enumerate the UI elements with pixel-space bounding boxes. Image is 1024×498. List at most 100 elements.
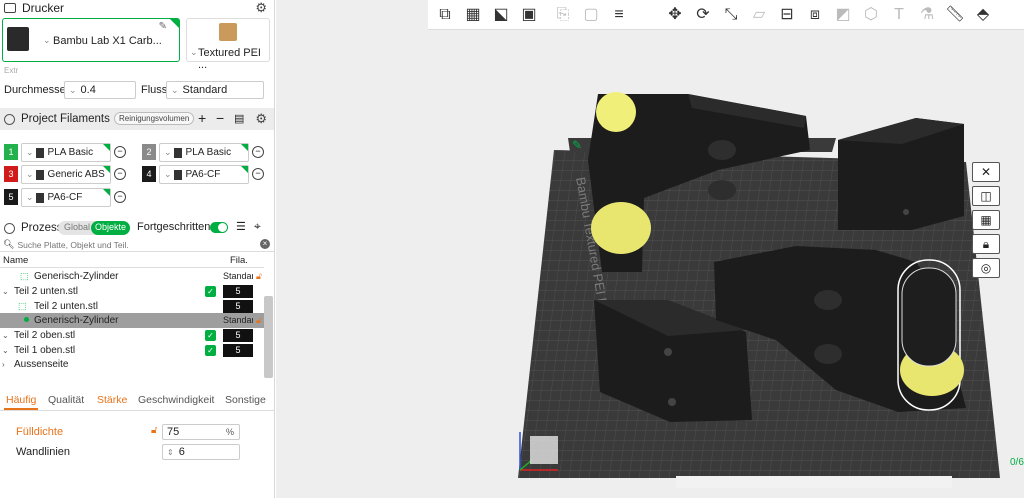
filament-badge[interactable]: 5: [223, 329, 253, 342]
object-list-row[interactable]: ⬚ Teil 2 unten.stl 5: [0, 299, 264, 314]
object-list-row[interactable]: ⌄ Teil 2 oben.stl ✓ 5: [0, 328, 264, 343]
list-view-icon[interactable]: ☰: [236, 220, 246, 233]
copy-icon[interactable]: ⎘: [552, 4, 574, 26]
edit-plate-icon[interactable]: ✎: [572, 138, 582, 152]
assembly-icon[interactable]: ⬘: [972, 4, 994, 26]
seam-paint-icon[interactable]: ⬡: [860, 4, 882, 26]
stepper-icon[interactable]: ⇕: [167, 448, 174, 457]
chevron-down-icon: ⌄: [171, 84, 179, 95]
advanced-label: Fortgeschritten: [137, 221, 211, 233]
remove-filament-icon[interactable]: −: [114, 146, 126, 158]
object-list-row[interactable]: Generisch-Zylinder Standar 🔓︎: [0, 313, 264, 328]
plate-selector[interactable]: ⌄ Textured PEI ...: [186, 18, 270, 71]
filament-select[interactable]: ⌄ Generic ABS: [21, 165, 111, 184]
settings-view-icon[interactable]: ◎: [972, 258, 1000, 278]
layers-icon[interactable]: ≡: [608, 4, 630, 26]
filament-select[interactable]: ⌄ PA6-CF: [21, 188, 111, 207]
build-plate-scene[interactable]: Bambu Textured PEI Plate 0/6: [276, 0, 1024, 498]
remove-filament-button[interactable]: −: [216, 110, 224, 126]
visibility-checkbox[interactable]: ✓: [205, 286, 216, 297]
infill-input[interactable]: 75 %: [162, 424, 240, 440]
boolean-icon[interactable]: ⧈: [804, 4, 826, 26]
filament-select[interactable]: ⌄ PLA Basic: [159, 143, 249, 162]
settings-tab[interactable]: Qualität: [48, 394, 84, 406]
settings-tab[interactable]: Stärke: [97, 394, 127, 406]
search-icon: 🔍︎: [3, 239, 15, 249]
gear-icon[interactable]: ⚙: [255, 0, 267, 16]
expand-chevron-icon[interactable]: ⌄: [2, 284, 9, 299]
rotate-icon[interactable]: ⟳: [692, 4, 714, 26]
toggle-objects[interactable]: Objekte: [91, 221, 131, 235]
chevron-down-icon: ⌄: [26, 147, 34, 157]
scale-icon[interactable]: ⤡: [720, 4, 742, 26]
visibility-checkbox[interactable]: ✓: [205, 345, 216, 356]
add-cube-icon[interactable]: ⧉: [434, 4, 456, 26]
diameter-select[interactable]: ⌄ 0.4: [64, 81, 136, 99]
walls-label: Wandlinien: [16, 446, 71, 458]
object-list-row[interactable]: ⌄ Teil 1 oben.stl ✓ 5: [0, 343, 264, 358]
remove-filament-icon[interactable]: −: [252, 146, 264, 158]
arrange-view-icon[interactable]: ▦: [972, 210, 1000, 230]
object-list-row[interactable]: ⌄ Teil 2 unten.stl ✓ 5: [0, 284, 264, 299]
add-filament-button[interactable]: +: [198, 110, 206, 126]
auto-orient-icon[interactable]: ⬕: [490, 4, 512, 26]
filament-select[interactable]: ⌄ PA6-CF: [159, 165, 249, 184]
model-part-upper-right[interactable]: [838, 118, 964, 230]
paste-icon[interactable]: ▢: [580, 4, 602, 26]
chevron-down-icon: ⌄: [26, 192, 34, 202]
flow-select[interactable]: ⌄ Standard: [166, 81, 264, 99]
global-objects-toggle[interactable]: Global Objekte: [58, 221, 131, 235]
arrange-icon[interactable]: ▣: [518, 4, 540, 26]
lock-view-icon[interactable]: 🔒︎: [972, 234, 1000, 254]
settings-tab[interactable]: Geschwindigkeit: [138, 394, 214, 406]
purge-volume-button[interactable]: Reinigungsvolumen: [114, 112, 195, 125]
expand-chevron-icon[interactable]: ⌄: [2, 343, 9, 358]
advanced-switch[interactable]: [210, 222, 228, 233]
object-list-scrollbar[interactable]: [264, 296, 273, 378]
filament-badge[interactable]: 5: [223, 344, 253, 357]
spool-icon: [173, 147, 182, 158]
settings-tab[interactable]: Sonstige: [225, 394, 266, 406]
sync-icon[interactable]: ▤: [234, 112, 244, 125]
object-list-row[interactable]: › Aussenseite: [0, 357, 264, 372]
object-list-row[interactable]: ⬚ Generisch-Zylinder Standar 🔓︎: [0, 269, 264, 284]
filament-badge[interactable]: Standar: [223, 313, 253, 328]
add-plate-icon[interactable]: ▦: [462, 4, 484, 26]
edit-icon[interactable]: ✎: [159, 21, 167, 32]
object-search-bar[interactable]: 🔍︎ ×: [0, 238, 274, 252]
viewport-toolbar: ⧉ ▦ ⬕ ▣ ⎘ ▢ ≡ ✥ ⟳ ⤡ ⏥ ⊟ ⧈ ◩ ⬡ T ⚗ 📏︎ ⬘: [428, 0, 1024, 30]
filament-badge[interactable]: 5: [223, 300, 253, 313]
pin-icon[interactable]: ⌖: [254, 219, 261, 234]
spool-icon: [35, 147, 44, 158]
close-view-icon[interactable]: ✕: [972, 162, 1000, 182]
expand-chevron-icon[interactable]: ›: [2, 357, 5, 372]
toggle-global[interactable]: Global: [64, 222, 90, 232]
filament-badge[interactable]: Standar: [223, 269, 253, 284]
move-icon[interactable]: ✥: [664, 4, 686, 26]
visibility-checkbox[interactable]: ✓: [205, 330, 216, 341]
clear-icon[interactable]: ×: [260, 239, 270, 249]
remove-filament-icon[interactable]: −: [114, 191, 126, 203]
column-name: Name: [3, 255, 29, 266]
expand-chevron-icon[interactable]: ⌄: [2, 328, 9, 343]
cut-icon[interactable]: ⊟: [776, 4, 798, 26]
lay-on-face-icon[interactable]: ⏥: [748, 4, 770, 26]
walls-input[interactable]: ⇕ 6: [162, 444, 240, 460]
lock-icon[interactable]: 🔓︎: [151, 425, 157, 436]
remove-filament-icon[interactable]: −: [114, 168, 126, 180]
orient-view-icon[interactable]: ◫: [972, 186, 1000, 206]
printer-selector[interactable]: ✎ ⌄ Bambu Lab X1 Carb...: [2, 18, 180, 62]
3d-viewport[interactable]: Bambu Textured PEI Plate 0/6 ⧉ ▦ ⬕ ▣ ⎘ ▢…: [276, 0, 1024, 498]
filament-badge[interactable]: 5: [223, 285, 253, 298]
text-icon[interactable]: T: [888, 4, 910, 26]
measure-icon[interactable]: 📏︎: [944, 4, 966, 26]
plate-thumbnail: [219, 23, 237, 41]
color-paint-icon[interactable]: ⚗: [916, 4, 938, 26]
filament-name: PA6-CF: [47, 192, 83, 203]
remove-filament-icon[interactable]: −: [252, 168, 264, 180]
search-input[interactable]: [17, 239, 258, 250]
settings-tab[interactable]: Häufig: [6, 394, 36, 406]
filament-select[interactable]: ⌄ PLA Basic: [21, 143, 111, 162]
gear-icon[interactable]: ⚙: [255, 111, 267, 127]
support-paint-icon[interactable]: ◩: [832, 4, 854, 26]
